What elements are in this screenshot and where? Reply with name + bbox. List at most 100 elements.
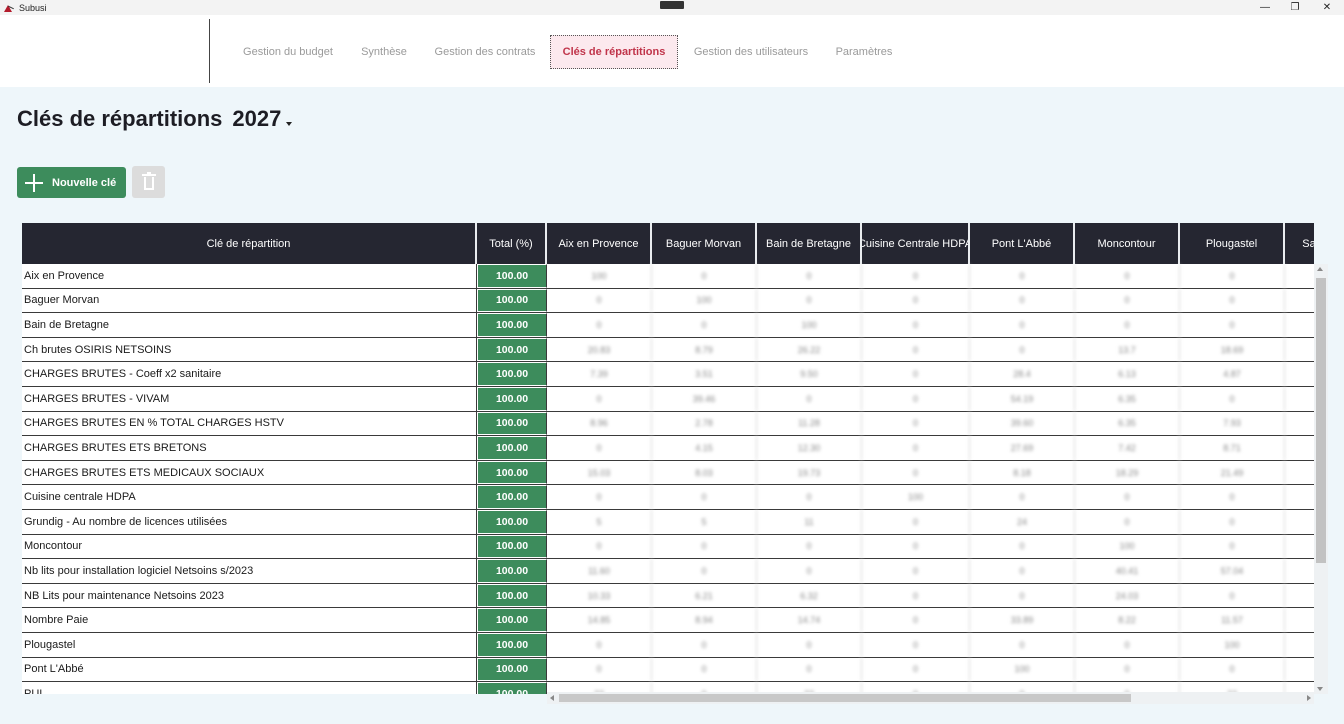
scroll-left-icon[interactable]	[550, 695, 554, 701]
value-cell[interactable]: 100	[547, 264, 652, 288]
value-cell[interactable]: 0	[757, 657, 862, 682]
value-cell[interactable]: 5	[652, 509, 757, 534]
tab-gestion-du-budget[interactable]: Gestion du budget	[232, 35, 344, 69]
scroll-right-icon[interactable]	[1307, 695, 1311, 701]
value-cell[interactable]	[1285, 608, 1314, 632]
value-cell[interactable]: 0	[970, 534, 1075, 559]
value-cell[interactable]: 0	[862, 288, 970, 313]
value-cell[interactable]: 11.28	[757, 411, 862, 436]
key-name-cell[interactable]: Pont L'Abbé	[22, 657, 477, 682]
value-cell[interactable]: 0	[1180, 386, 1285, 411]
table-row[interactable]: CHARGES BRUTES ETS MEDICAUX SOCIAUX 100.0…	[22, 460, 1314, 486]
value-cell[interactable]: 9.50	[757, 362, 862, 386]
table-row[interactable]: Nb lits pour installation logiciel Netso…	[22, 559, 1314, 584]
value-cell[interactable]: 0	[862, 559, 970, 583]
value-cell[interactable]: 10.33	[547, 583, 652, 608]
value-cell[interactable]: 6.13	[1075, 362, 1180, 386]
value-cell[interactable]: 27.69	[970, 436, 1075, 460]
table-row[interactable]: CHARGES BRUTES - Coeff x2 sanitaire 100.0…	[22, 362, 1314, 387]
value-cell[interactable]: 8.71	[1180, 436, 1285, 460]
table-row[interactable]: Ch brutes OSIRIS NETSOINS 100.00 20.83 8.79…	[22, 337, 1314, 363]
year-selector[interactable]: 2027	[232, 106, 293, 132]
value-cell[interactable]: 0	[1180, 485, 1285, 509]
value-cell[interactable]	[1285, 633, 1314, 657]
horizontal-scroll-thumb[interactable]	[559, 694, 1131, 702]
tab-gestion-des-utilisateurs[interactable]: Gestion des utilisateurs	[686, 35, 816, 69]
value-cell[interactable]: 14.85	[547, 608, 652, 632]
value-cell[interactable]	[1285, 436, 1314, 460]
value-cell[interactable]: 0	[862, 436, 970, 460]
value-cell[interactable]: 0	[862, 509, 970, 534]
value-cell[interactable]: 0	[862, 460, 970, 485]
column-header[interactable]: Baguer Morvan	[652, 223, 757, 264]
value-cell[interactable]: 0	[1180, 583, 1285, 608]
value-cell[interactable]: 11.57	[1180, 608, 1285, 632]
key-name-cell[interactable]: CHARGES BRUTES - Coeff x2 sanitaire	[22, 362, 477, 386]
value-cell[interactable]: 20.83	[547, 337, 652, 362]
value-cell[interactable]: 7.42	[1075, 436, 1180, 460]
value-cell[interactable]: 0	[1180, 264, 1285, 288]
value-cell[interactable]: 0	[652, 313, 757, 337]
value-cell[interactable]: 0	[862, 264, 970, 288]
value-cell[interactable]	[1285, 461, 1314, 485]
table-row[interactable]: CHARGES BRUTES EN % TOTAL CHARGES HSTV 10…	[22, 411, 1314, 437]
column-header[interactable]: Pont L'Abbé	[970, 223, 1075, 264]
value-cell[interactable]: 19.73	[757, 460, 862, 485]
value-cell[interactable]: 54.19	[970, 386, 1075, 411]
value-cell[interactable]: 57.04	[1180, 559, 1285, 583]
table-row[interactable]: NB Lits pour maintenance Netsoins 2023 10…	[22, 583, 1314, 609]
key-name-cell[interactable]: CHARGES BRUTES ETS BRETONS	[22, 436, 477, 460]
key-name-cell[interactable]: Plougastel	[22, 632, 477, 657]
value-cell[interactable]: 0	[547, 313, 652, 337]
value-cell[interactable]	[1285, 264, 1314, 288]
column-header[interactable]: Moncontour	[1075, 223, 1180, 264]
value-cell[interactable]: 0	[547, 386, 652, 411]
value-cell[interactable]: 0	[652, 632, 757, 657]
table-row[interactable]: Cuisine centrale HDPA 100.00 0 0 0 100 0 0 0	[22, 485, 1314, 510]
value-cell[interactable]: 100	[1180, 632, 1285, 657]
value-cell[interactable]: 0	[970, 583, 1075, 608]
value-cell[interactable]: 100	[757, 313, 862, 337]
value-cell[interactable]: 0	[1075, 313, 1180, 337]
tab-parametres[interactable]: Paramètres	[826, 35, 902, 69]
value-cell[interactable]: 0	[862, 337, 970, 362]
value-cell[interactable]: 4.87	[1180, 362, 1285, 386]
value-cell[interactable]	[1285, 535, 1314, 559]
value-cell[interactable]: 6.21	[652, 583, 757, 608]
value-cell[interactable]	[1285, 362, 1314, 386]
value-cell[interactable]: 0	[757, 632, 862, 657]
value-cell[interactable]: 0	[970, 337, 1075, 362]
value-cell[interactable]: 6.32	[757, 583, 862, 608]
value-cell[interactable]: 0	[862, 657, 970, 682]
table-row[interactable]: CHARGES BRUTES - VIVAM 100.00 0 39.46 0 0 54.1…	[22, 386, 1314, 412]
key-name-cell[interactable]: Moncontour	[22, 534, 477, 559]
value-cell[interactable]: 0	[970, 264, 1075, 288]
value-cell[interactable]: 8.79	[652, 337, 757, 362]
value-cell[interactable]: 0	[862, 411, 970, 436]
key-name-cell[interactable]: Cuisine centrale HDPA	[22, 485, 477, 509]
value-cell[interactable]: 2.78	[652, 411, 757, 436]
value-cell[interactable]: 0	[757, 264, 862, 288]
value-cell[interactable]: 0	[1075, 657, 1180, 682]
value-cell[interactable]	[1285, 485, 1314, 509]
table-row[interactable]: Baguer Morvan 100.00 0 100 0 0 0 0 0	[22, 288, 1314, 314]
value-cell[interactable]: 0	[970, 485, 1075, 509]
value-cell[interactable]: 7.93	[1180, 411, 1285, 436]
key-name-cell[interactable]: CHARGES BRUTES EN % TOTAL CHARGES HSTV	[22, 411, 477, 436]
key-name-cell[interactable]: NB Lits pour maintenance Netsoins 2023	[22, 583, 477, 608]
value-cell[interactable]	[1285, 338, 1314, 362]
value-cell[interactable]: 4.15	[652, 436, 757, 460]
key-name-cell[interactable]: Baguer Morvan	[22, 288, 477, 313]
value-cell[interactable]: 0	[862, 313, 970, 337]
value-cell[interactable]: 100	[862, 485, 970, 509]
value-cell[interactable]: 0	[757, 288, 862, 313]
key-name-cell[interactable]: Nb lits pour installation logiciel Netso…	[22, 559, 477, 583]
value-cell[interactable]: 100	[1075, 534, 1180, 559]
value-cell[interactable]: 0	[862, 632, 970, 657]
vertical-scrollbar[interactable]	[1314, 264, 1328, 694]
value-cell[interactable]	[1285, 313, 1314, 337]
value-cell[interactable]: 0	[970, 288, 1075, 313]
value-cell[interactable]: 3.51	[652, 362, 757, 386]
value-cell[interactable]: 15.03	[547, 460, 652, 485]
value-cell[interactable]: 0	[547, 657, 652, 682]
